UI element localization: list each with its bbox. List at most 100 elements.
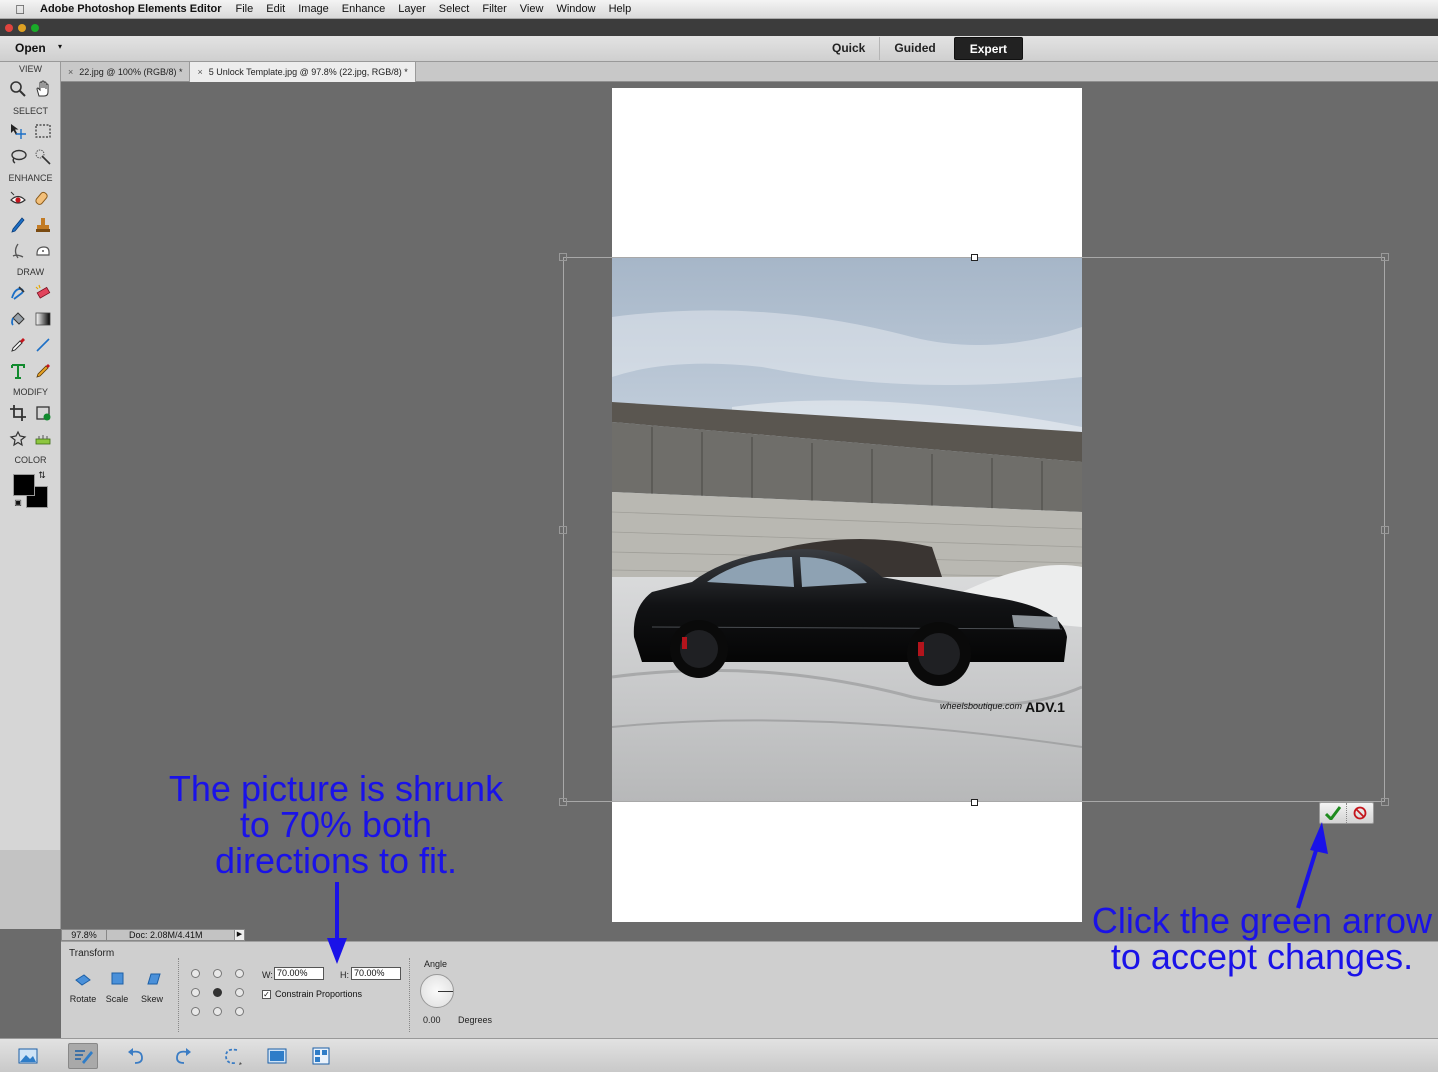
ref-point[interactable] <box>235 969 244 978</box>
zoom-window-button[interactable] <box>31 23 39 32</box>
resize-handle-bottom-center[interactable] <box>971 799 978 806</box>
close-window-button[interactable] <box>5 23 13 32</box>
close-tab-icon[interactable]: × <box>68 67 73 77</box>
cookie-cutter-tool-icon[interactable] <box>6 428 30 450</box>
annotation-line: to accept changes. <box>1110 936 1414 977</box>
scale-button[interactable]: Scale <box>100 970 134 1004</box>
eraser-tool-icon[interactable] <box>31 282 55 304</box>
angle-unit-label: Degrees <box>458 1015 493 1025</box>
organizer-button[interactable] <box>306 1043 336 1069</box>
quick-selection-tool-icon[interactable] <box>31 146 55 168</box>
swap-colors-icon[interactable]: ⇅ <box>36 469 48 481</box>
menu-enhance[interactable]: Enhance <box>342 3 385 15</box>
menu-window[interactable]: Window <box>556 3 595 15</box>
resize-handle-bottom-left[interactable] <box>559 798 567 806</box>
skew-button[interactable]: Skew <box>135 970 169 1004</box>
tab-expert[interactable]: Expert <box>953 37 1024 60</box>
resize-handle-middle-left[interactable] <box>559 526 567 534</box>
menu-help[interactable]: Help <box>609 3 632 15</box>
paint-bucket-tool-icon[interactable] <box>6 308 30 330</box>
menu-edit[interactable]: Edit <box>266 3 285 15</box>
menu-file[interactable]: File <box>236 3 254 15</box>
zoom-tool-icon[interactable] <box>6 78 30 100</box>
redo-button[interactable] <box>168 1043 198 1069</box>
marquee-tool-icon[interactable] <box>31 120 55 142</box>
height-input[interactable]: 70.00% <box>351 967 401 980</box>
close-tab-icon[interactable]: × <box>197 67 202 77</box>
status-menu-arrow-icon[interactable]: ▶ <box>234 930 244 940</box>
ref-point[interactable] <box>235 1007 244 1016</box>
brush-tool-icon[interactable] <box>6 282 30 304</box>
default-colors-icon[interactable]: ▣ <box>13 497 23 507</box>
reference-point-locator[interactable] <box>191 969 244 1016</box>
straighten-tool-icon[interactable] <box>31 428 55 450</box>
gradient-tool-icon[interactable] <box>31 308 55 330</box>
menu-filter[interactable]: Filter <box>482 3 506 15</box>
menu-layer[interactable]: Layer <box>398 3 426 15</box>
angle-dial[interactable] <box>420 974 454 1008</box>
cancel-transform-button[interactable] <box>1347 803 1373 823</box>
tool-options-button[interactable] <box>68 1043 98 1069</box>
recompose-tool-icon[interactable] <box>31 402 55 424</box>
hand-tool-icon[interactable] <box>31 78 55 100</box>
ref-point[interactable] <box>191 988 200 997</box>
menu-image[interactable]: Image <box>298 3 329 15</box>
foreground-color-swatch[interactable] <box>13 474 35 496</box>
clone-stamp-tool-icon[interactable] <box>31 214 55 236</box>
line-tool-icon[interactable] <box>31 334 55 356</box>
resize-handle-top-right[interactable] <box>1381 253 1389 261</box>
ref-point-center[interactable] <box>213 988 222 997</box>
rotate-button[interactable]: Rotate <box>66 970 100 1004</box>
doc-tab[interactable]: × 22.jpg @ 100% (RGB/8) * <box>61 62 191 82</box>
scale-label: Scale <box>105 994 129 1004</box>
lasso-tool-icon[interactable] <box>6 146 30 168</box>
red-eye-tool-icon[interactable] <box>6 188 30 210</box>
resize-handle-middle-right[interactable] <box>1381 526 1389 534</box>
photo-bin-button[interactable] <box>13 1043 43 1069</box>
ref-point[interactable] <box>191 1007 200 1016</box>
ref-point[interactable] <box>235 988 244 997</box>
width-input[interactable]: 70.00% <box>274 967 324 980</box>
resize-handle-top-left[interactable] <box>559 253 567 261</box>
spot-healing-tool-icon[interactable] <box>31 188 55 210</box>
sponge-tool-icon[interactable] <box>31 240 55 262</box>
move-tool-icon[interactable] <box>6 120 30 142</box>
mode-bar: Open ▾ Quick Guided Expert <box>0 36 1438 62</box>
resize-handle-top-center[interactable] <box>971 254 978 261</box>
ref-point[interactable] <box>191 969 200 978</box>
transform-bounding-box[interactable] <box>563 257 1385 802</box>
pencil-tool-icon[interactable] <box>31 360 55 382</box>
tab-guided[interactable]: Guided <box>880 37 949 60</box>
menu-select[interactable]: Select <box>439 3 470 15</box>
type-tool-icon[interactable] <box>6 360 30 382</box>
layout-button[interactable] <box>262 1043 292 1069</box>
ref-point[interactable] <box>213 1007 222 1016</box>
photo-bin-icon <box>18 1048 38 1064</box>
rotate-image-button[interactable] <box>218 1043 248 1069</box>
tools-panel: VIEW SELECT ENHANCE DRAW MODIFY COLOR ⇅ … <box>0 62 61 850</box>
green-checkmark-icon <box>1324 806 1341 820</box>
angle-value[interactable]: 0.00 <box>423 1015 441 1025</box>
crop-tool-icon[interactable] <box>6 402 30 424</box>
resize-handle-bottom-right[interactable] <box>1381 798 1389 806</box>
annotation-shrink-text: The picture is shrunk to 70% both direct… <box>146 771 526 879</box>
constrain-proportions-checkbox[interactable]: ✓ Constrain Proportions <box>262 989 362 999</box>
doc-tab-label: 22.jpg @ 100% (RGB/8) * <box>79 67 183 77</box>
menu-view[interactable]: View <box>520 3 544 15</box>
blur-tool-icon[interactable] <box>6 240 30 262</box>
open-dropdown-icon[interactable]: ▾ <box>58 42 62 51</box>
rotate-image-icon <box>225 1048 242 1065</box>
smart-brush-tool-icon[interactable] <box>6 214 30 236</box>
minimize-window-button[interactable] <box>18 23 26 32</box>
ref-point[interactable] <box>213 969 222 978</box>
apple-menu-icon[interactable]:  <box>0 2 40 17</box>
app-name-menu[interactable]: Adobe Photoshop Elements Editor <box>40 3 222 15</box>
zoom-level[interactable]: 97.8% <box>62 930 107 940</box>
doc-tab-active[interactable]: × 5 Unlock Template.jpg @ 97.8% (22.jpg,… <box>190 62 416 82</box>
skew-icon <box>147 973 161 985</box>
tab-quick[interactable]: Quick <box>818 37 881 60</box>
document-tabs: × 22.jpg @ 100% (RGB/8) * × 5 Unlock Tem… <box>61 62 1438 82</box>
undo-button[interactable] <box>121 1043 151 1069</box>
eyedropper-tool-icon[interactable] <box>6 334 30 356</box>
open-button[interactable]: Open <box>15 41 46 55</box>
